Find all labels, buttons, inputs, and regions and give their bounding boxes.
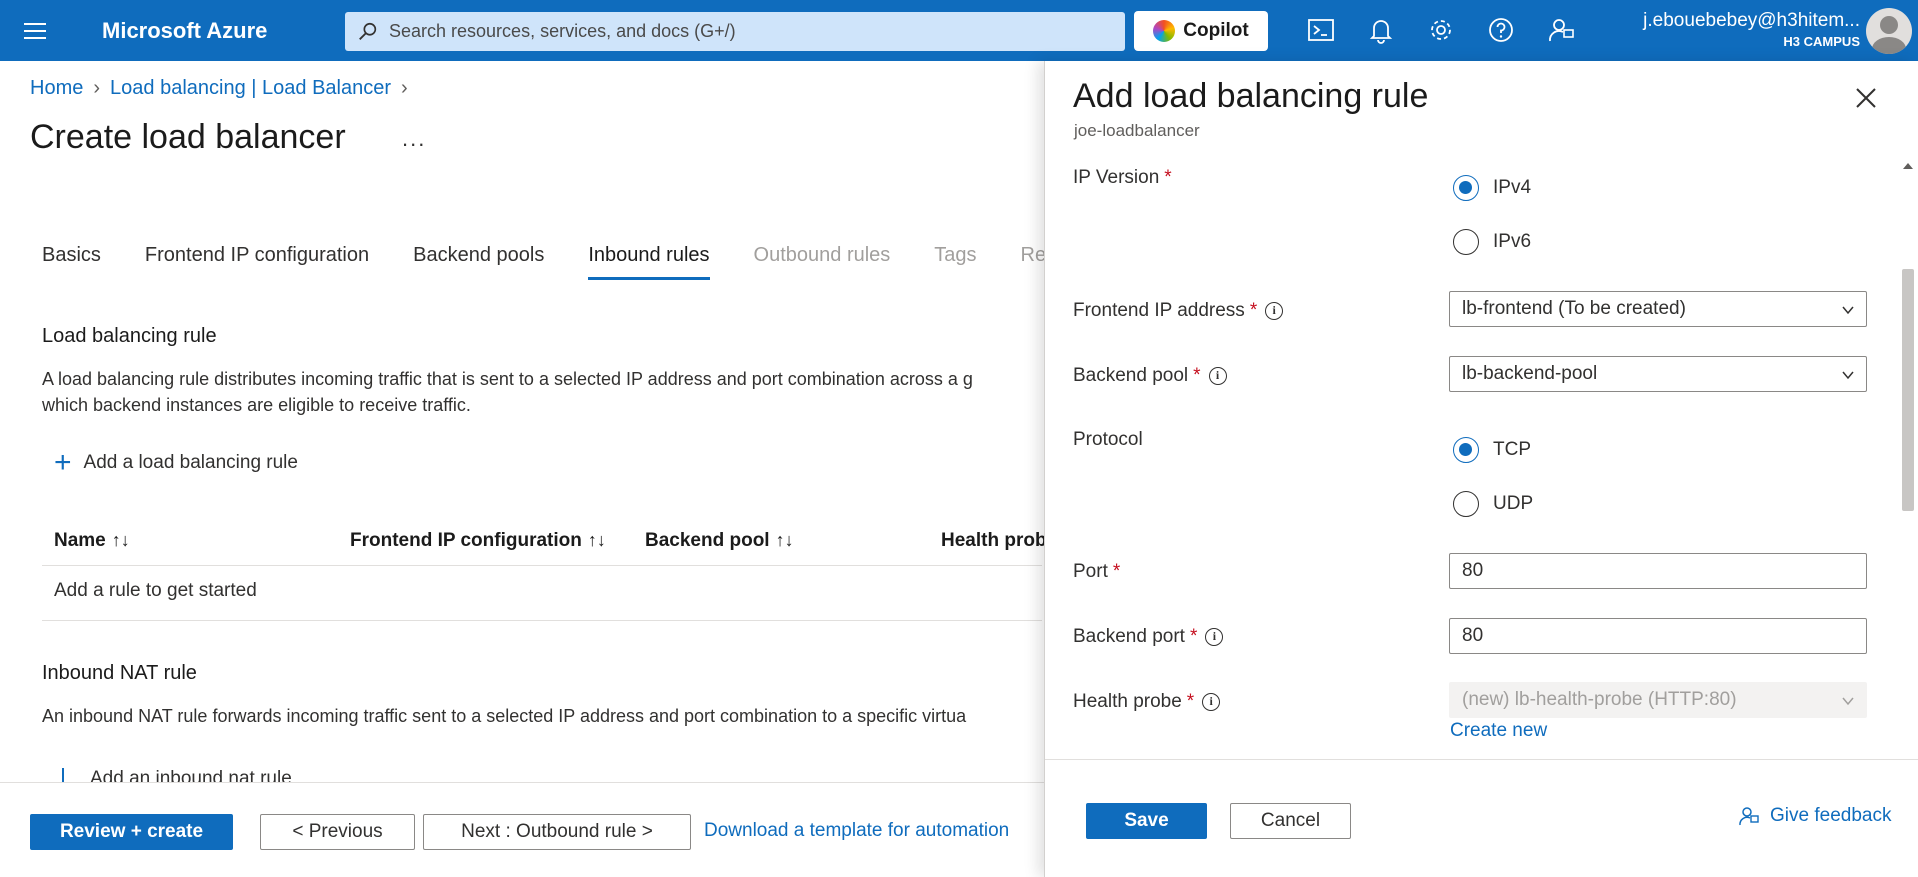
radio-udp[interactable]: UDP (1453, 491, 1533, 517)
sort-icon[interactable]: ↑↓ (776, 530, 794, 550)
radio-circle (1453, 229, 1479, 255)
radio-tcp[interactable]: TCP (1453, 437, 1531, 463)
scroll-up-arrow-icon[interactable] (1903, 163, 1913, 169)
settings-icon[interactable] (1426, 15, 1456, 45)
previous-button[interactable]: < Previous (260, 814, 415, 850)
wizard-tabs: Basics Frontend IP configuration Backend… (42, 244, 1090, 280)
copilot-label: Copilot (1183, 20, 1249, 41)
scroll-thumb[interactable] (1902, 269, 1914, 511)
user-tenant: H3 CAMPUS (1783, 34, 1860, 49)
backend-port-input[interactable]: 80 (1449, 618, 1867, 654)
next-button[interactable]: Next : Outbound rule > (423, 814, 691, 850)
tab-basics[interactable]: Basics (42, 244, 101, 280)
copilot-icon (1153, 20, 1176, 42)
breadcrumb-load-balancing[interactable]: Load balancing | Load Balancer (110, 77, 391, 100)
lb-rules-table-header: Name ↑↓ Frontend IP configuration ↑↓ Backe… (42, 526, 1047, 566)
health-probe-label: Health probe * i (1073, 691, 1221, 713)
wizard-footer: Review + create < Previous Next : Outbou… (0, 782, 1044, 877)
user-account[interactable]: j.ebouebebey@h3hitem... H3 CAMPUS (1600, 10, 1860, 49)
add-nat-rule-label: Add an inbound nat rule (90, 768, 292, 782)
radio-circle (1453, 175, 1479, 201)
radio-circle (1453, 437, 1479, 463)
panel-footer: Save Cancel Give feedback (1045, 759, 1918, 877)
ip-version-label: IP Version * (1073, 167, 1172, 188)
nat-section-title: Inbound NAT rule (42, 662, 197, 684)
lb-rule-description-line1: A load balancing rule distributes incomi… (42, 369, 973, 389)
plus-icon: + (54, 446, 72, 479)
lb-rule-section-title: Load balancing rule (42, 325, 217, 347)
port-label: Port * (1073, 561, 1121, 582)
cloud-shell-icon[interactable] (1306, 15, 1336, 45)
panel-scrollbar[interactable] (1897, 159, 1918, 817)
backend-pool-label: Backend pool * i (1073, 365, 1227, 387)
brand-title[interactable]: Microsoft Azure (102, 18, 267, 44)
health-probe-dropdown: (new) lb-health-probe (HTTP:80) (1449, 682, 1867, 718)
sort-icon[interactable]: ↑↓ (588, 530, 606, 550)
add-lb-rule-panel: Add load balancing rule joe-loadbalancer… (1044, 61, 1918, 877)
info-icon[interactable]: i (1208, 367, 1227, 385)
chevron-down-icon (1842, 697, 1854, 706)
tab-review[interactable]: Re (1021, 244, 1047, 280)
user-email: j.ebouebebey@h3hitem... (1643, 10, 1860, 31)
feedback-icon[interactable] (1546, 15, 1576, 45)
save-button[interactable]: Save (1086, 803, 1207, 839)
copilot-button[interactable]: Copilot (1134, 11, 1268, 51)
frontend-ip-dropdown[interactable]: lb-frontend (To be created) (1449, 291, 1867, 327)
avatar[interactable] (1866, 8, 1912, 54)
sort-icon[interactable]: ↑↓ (112, 530, 130, 550)
panel-subtitle: joe-loadbalancer (1074, 121, 1200, 140)
lb-rule-description: A load balancing rule distributes incomi… (42, 366, 1042, 418)
close-icon[interactable] (1853, 85, 1879, 111)
column-health-probe[interactable]: Health prob (941, 530, 1047, 552)
review-create-button[interactable]: Review + create (30, 814, 233, 850)
search-input[interactable] (389, 21, 1109, 42)
download-template-link[interactable]: Download a template for automation (704, 820, 1009, 842)
breadcrumb: Home › Load balancing | Load Balancer › (30, 77, 408, 100)
create-new-health-probe-link[interactable]: Create new (1450, 720, 1547, 742)
tab-frontend-ip[interactable]: Frontend IP configuration (145, 244, 369, 280)
breadcrumb-home[interactable]: Home (30, 77, 83, 100)
info-icon[interactable]: i (1202, 693, 1221, 711)
plus-icon (62, 768, 64, 782)
notifications-icon[interactable] (1366, 15, 1396, 45)
feedback-icon (1739, 807, 1759, 826)
radio-ipv4[interactable]: IPv4 (1453, 175, 1531, 201)
top-bar: Microsoft Azure Copilot j.ebouebebey@h3h… (0, 0, 1918, 61)
frontend-ip-label: Frontend IP address * i (1073, 300, 1284, 322)
port-input[interactable]: 80 (1449, 553, 1867, 589)
tab-tags[interactable]: Tags (934, 244, 976, 280)
column-backend-pool[interactable]: Backend pool ↑↓ (645, 530, 794, 552)
tab-outbound-rules[interactable]: Outbound rules (754, 244, 891, 280)
add-lb-rule-label: Add a load balancing rule (83, 452, 298, 473)
give-feedback-link[interactable]: Give feedback (1738, 805, 1891, 827)
info-icon[interactable]: i (1205, 628, 1224, 646)
info-icon[interactable]: i (1265, 302, 1284, 320)
tab-inbound-rules[interactable]: Inbound rules (588, 244, 710, 280)
radio-circle (1453, 491, 1479, 517)
chevron-right-icon: › (401, 77, 408, 99)
cancel-button[interactable]: Cancel (1230, 803, 1351, 839)
radio-ipv6[interactable]: IPv6 (1453, 229, 1531, 255)
chevron-down-icon (1842, 371, 1854, 380)
table-empty-row: Add a rule to get started (42, 566, 1042, 621)
tab-backend-pools[interactable]: Backend pools (413, 244, 544, 280)
lb-rule-description-line2: which backend instances are eligible to … (42, 395, 471, 415)
add-lb-rule-button[interactable]: + Add a load balancing rule (54, 446, 298, 479)
backend-pool-dropdown[interactable]: lb-backend-pool (1449, 356, 1867, 392)
search-icon (359, 22, 377, 40)
column-frontend-ip[interactable]: Frontend IP configuration ↑↓ (350, 530, 606, 552)
protocol-label: Protocol (1073, 429, 1143, 450)
panel-title: Add load balancing rule (1073, 77, 1429, 115)
backend-port-label: Backend port * i (1073, 626, 1224, 648)
chevron-down-icon (1842, 306, 1854, 315)
chevron-right-icon: › (93, 77, 101, 99)
nat-description: An inbound NAT rule forwards incoming tr… (42, 706, 967, 726)
help-icon[interactable] (1486, 15, 1516, 45)
column-name[interactable]: Name ↑↓ (54, 530, 130, 552)
page-title: Create load balancer (30, 118, 346, 156)
search-box[interactable] (345, 12, 1125, 51)
more-options-button[interactable]: ... (402, 126, 426, 152)
menu-icon[interactable] (22, 18, 48, 42)
add-nat-rule-button[interactable]: Add an inbound nat rule (42, 768, 1042, 782)
